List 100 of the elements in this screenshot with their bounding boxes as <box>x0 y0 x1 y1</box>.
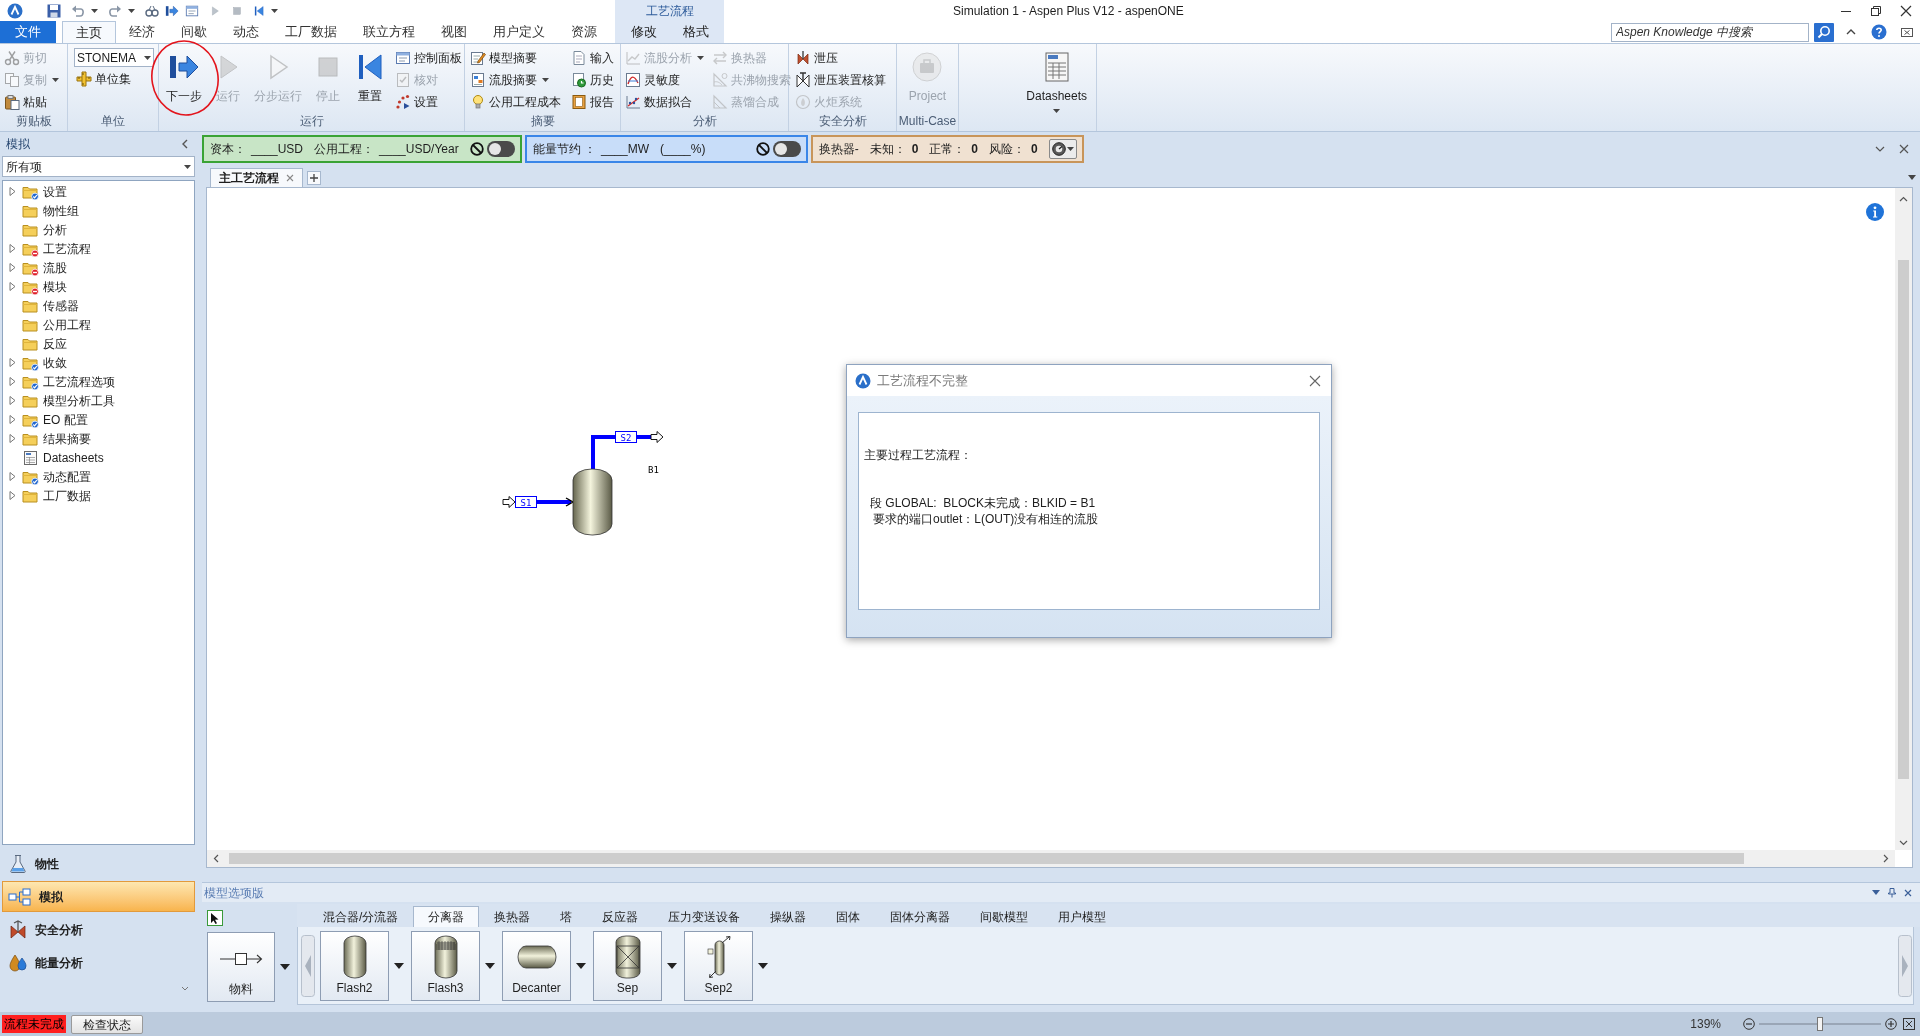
tree-item[interactable]: 模块 <box>3 277 194 296</box>
tree-item[interactable]: 动态配置 <box>3 467 194 486</box>
palette-tab[interactable]: 反应器 <box>587 906 654 927</box>
dropdown-arrow-icon[interactable] <box>280 964 290 970</box>
ribbon-tab[interactable]: 间歇 <box>168 21 220 43</box>
scroll-down-icon[interactable] <box>1899 840 1908 846</box>
more-chevron-icon[interactable] <box>181 986 189 991</box>
close-icon[interactable] <box>1899 143 1909 154</box>
add-tab-icon[interactable] <box>307 171 321 185</box>
scroll-right-icon[interactable] <box>1883 854 1889 863</box>
tree-item[interactable]: 分析 <box>3 220 194 239</box>
model-tile[interactable]: Sep2 <box>684 930 753 1001</box>
ribbon-tab[interactable]: 文件 <box>0 21 56 43</box>
tree-item[interactable]: 工艺流程 <box>3 239 194 258</box>
ribbon-tab[interactable]: 视图 <box>428 21 480 43</box>
find-icon[interactable] <box>145 3 159 18</box>
expand-arrow-icon[interactable] <box>9 187 16 196</box>
dropdown-chevron-icon[interactable] <box>1875 144 1885 153</box>
skip-back-icon[interactable] <box>253 4 265 17</box>
stream-line[interactable] <box>536 497 575 507</box>
expand-arrow-icon[interactable] <box>9 377 16 386</box>
tree-item[interactable]: EO 配置 <box>3 410 194 429</box>
palette-tab[interactable]: 固体 <box>821 906 876 927</box>
ribbon-button[interactable]: 控制面板 <box>393 47 464 69</box>
ribbon-button[interactable]: 输入 <box>569 47 616 69</box>
ribbon-tab[interactable]: 资源 <box>558 21 610 43</box>
model-tile[interactable]: Flash3 <box>411 930 480 1001</box>
horizontal-scrollbar[interactable] <box>207 850 1895 867</box>
ribbon-button[interactable]: 重置 <box>351 47 389 105</box>
ribbon-button[interactable]: 泄压装置核算 <box>793 69 888 91</box>
scrollbar-thumb[interactable] <box>1898 260 1909 779</box>
search-field[interactable]: Aspen Knowledge 中搜索 <box>1611 22 1809 42</box>
dropdown-arrow-icon[interactable] <box>576 962 586 969</box>
palette-tab[interactable]: 混合器/分流器 <box>308 906 414 927</box>
restore-icon[interactable] <box>1869 3 1883 18</box>
caret-icon[interactable] <box>128 8 135 13</box>
toggle-switch[interactable] <box>772 140 801 157</box>
redo-icon[interactable] <box>108 3 122 18</box>
window-icon[interactable] <box>185 3 199 18</box>
palette-tab[interactable]: 压力变送设备 <box>653 906 756 927</box>
model-tile[interactable]: Sep <box>593 930 662 1001</box>
close-icon[interactable] <box>1899 3 1913 18</box>
ribbon-button[interactable]: 公用工程成本 <box>468 91 563 113</box>
ribbon-button[interactable]: 历史 <box>569 69 616 91</box>
options-dropdown-button[interactable] <box>1048 138 1077 159</box>
zoom-in-icon[interactable] <box>1885 1018 1897 1030</box>
ribbon-tab[interactable]: 工厂数据 <box>272 21 350 43</box>
expand-arrow-icon[interactable] <box>9 491 16 500</box>
slider-thumb[interactable] <box>1817 1017 1823 1031</box>
scroll-left-icon[interactable] <box>213 854 219 863</box>
palette-tab[interactable]: 间歇模型 <box>965 906 1044 927</box>
stream-tag[interactable]: S2 <box>615 431 637 443</box>
ribbon-button[interactable]: 单位集 <box>74 68 154 90</box>
help-icon[interactable] <box>1871 24 1887 40</box>
pane-button[interactable]: 物性 <box>2 848 195 879</box>
pin-icon[interactable] <box>1888 887 1896 898</box>
palette-tab[interactable]: 塔 <box>545 906 588 927</box>
dropdown-arrow-icon[interactable] <box>485 962 495 969</box>
pane-button[interactable]: 能量分析 <box>2 947 195 978</box>
tree-item[interactable]: 收敛 <box>3 353 194 372</box>
tree-item[interactable]: 工艺流程选项 <box>3 372 194 391</box>
expand-arrow-icon[interactable] <box>9 282 16 291</box>
pointer-tool-icon[interactable] <box>207 910 223 926</box>
ribbon-button[interactable]: Datasheets <box>1023 47 1090 113</box>
tree-item[interactable]: 设置 <box>3 182 194 201</box>
tree-item[interactable]: Datasheets <box>3 448 194 467</box>
tree-item[interactable]: 公用工程 <box>3 315 194 334</box>
dropdown-arrow-icon[interactable] <box>667 962 677 969</box>
pane-button[interactable]: 安全分析 <box>2 914 195 945</box>
vertical-scrollbar[interactable] <box>1895 188 1912 850</box>
close-icon[interactable] <box>1309 374 1321 387</box>
fit-to-window-icon[interactable] <box>1903 1018 1915 1030</box>
ribbon-button[interactable]: 数据拟合 <box>623 91 706 113</box>
dropdown-arrow-icon[interactable] <box>758 962 768 969</box>
palette-tab[interactable]: 操纵器 <box>755 906 822 927</box>
ribbon-button[interactable]: 模型摘要 <box>468 47 563 69</box>
ribbon-tab[interactable]: 用户定义 <box>480 21 558 43</box>
expand-arrow-icon[interactable] <box>9 244 16 253</box>
tree-item[interactable]: 工厂数据 <box>3 486 194 505</box>
close-icon[interactable] <box>1904 888 1912 897</box>
ribbon-tab[interactable]: 动态 <box>220 21 272 43</box>
ribbon-button[interactable]: 流股摘要 <box>468 69 563 91</box>
model-tile[interactable]: Decanter <box>502 930 571 1001</box>
ribbon-tab[interactable]: 联立方程 <box>350 21 428 43</box>
ribbon-button[interactable]: 设置 <box>393 91 464 113</box>
tree-item[interactable]: 模型分析工具 <box>3 391 194 410</box>
undo-icon[interactable] <box>71 3 85 18</box>
zoom-out-icon[interactable] <box>1743 1018 1755 1030</box>
dropdown-arrow-icon[interactable] <box>394 962 404 969</box>
ribbon-button[interactable]: 灵敏度 <box>623 69 706 91</box>
expand-arrow-icon[interactable] <box>9 358 16 367</box>
expand-arrow-icon[interactable] <box>9 396 16 405</box>
dropdown-caret-icon[interactable] <box>1872 890 1880 895</box>
palette-tab[interactable]: 用户模型 <box>1043 906 1122 927</box>
filter-dropdown[interactable]: 所有项 <box>2 156 195 177</box>
next-step-icon[interactable] <box>165 3 179 18</box>
model-tile[interactable]: Flash2 <box>320 930 389 1001</box>
expand-arrow-icon[interactable] <box>9 472 16 481</box>
model-tile[interactable]: 物料 <box>207 932 275 1002</box>
tree-item[interactable]: 反应 <box>3 334 194 353</box>
